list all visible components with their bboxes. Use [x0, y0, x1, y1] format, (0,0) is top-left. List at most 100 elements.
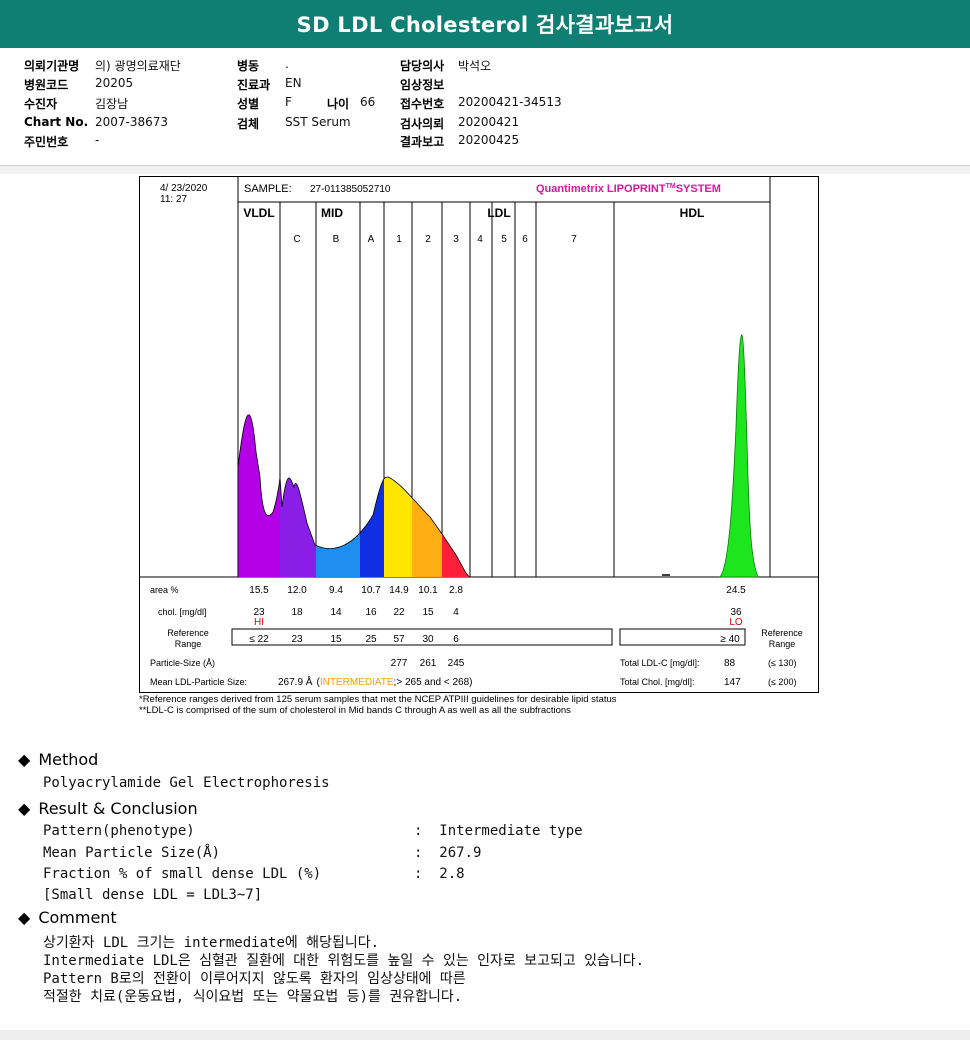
age-value: 66	[360, 95, 376, 109]
area-cell: 10.7	[361, 585, 381, 596]
clinical-info-label: 임상정보	[400, 78, 445, 92]
ref-cell: 57	[393, 634, 405, 645]
patient-info-panel: 의뢰기관명 의) 광명의료재단 병원코드 20205 수진자 김장남 Chart…	[0, 48, 970, 166]
institution-label: 의뢰기관명	[24, 59, 80, 73]
footnotes: *Reference ranges derived from 125 serum…	[139, 694, 617, 716]
comment-line: 적절한 치료(운동요법, 식이요법 또는 약물요법 등)를 권유합니다.	[43, 989, 463, 1005]
report-date: 4/ 23/2020	[160, 183, 208, 194]
mean-label: Mean LDL-Particle Size:	[150, 677, 247, 687]
hospital-code-value: 20205	[95, 76, 134, 90]
comment-line: Intermediate LDL은 심혈관 질환에 대한 위험도를 높일 수 있…	[43, 953, 645, 969]
result-line-key: Mean Particle Size(Å)	[43, 845, 221, 861]
patient-value: 김장남	[95, 97, 129, 111]
total-chol-ref: (≤ 200)	[768, 677, 796, 687]
report-title-bar: SD LDL Cholesterol 검사결과보고서	[0, 0, 970, 49]
ref-cell: 6	[453, 634, 459, 645]
area-cell: 14.9	[389, 585, 409, 596]
page-title: SD LDL Cholesterol 검사결과보고서	[296, 13, 674, 37]
ref-cell: ≥ 40	[720, 634, 740, 645]
result-title: Result & Conclusion	[38, 799, 198, 818]
sample-label: SAMPLE:	[244, 183, 292, 195]
ward-value: .	[285, 57, 289, 71]
doctor-label: 담당의사	[400, 59, 445, 73]
ref-cell: 30	[422, 634, 434, 645]
particle-cell: 245	[448, 658, 465, 669]
footnote-1: *Reference ranges derived from 125 serum…	[139, 694, 617, 705]
profile-fills	[238, 414, 470, 577]
department-label: 진료과	[237, 78, 271, 92]
resident-no-label: 주민번호	[24, 135, 69, 149]
hdl-peak	[719, 334, 759, 578]
comment-line: Pattern B로의 전환이 이루어지지 않도록 환자의 임상상태에 따른	[43, 971, 466, 987]
diamond-icon: ◆	[18, 908, 31, 927]
chol-cell: 4	[453, 607, 459, 618]
comment-title: Comment	[38, 908, 117, 927]
fill-vldl	[238, 414, 280, 577]
total-chol-label: Total Chol. [mg/dl]:	[620, 677, 695, 687]
report-date-label: 결과보고	[400, 135, 445, 149]
ref-cell: 25	[365, 634, 377, 645]
particle-cell: 277	[391, 658, 408, 669]
age-label: 나이	[327, 97, 350, 111]
ref-row: ≤ 22 23 15 25 57 30 6 ≥ 40	[249, 634, 740, 645]
chol-cell: 18	[291, 607, 303, 618]
report-date-value: 20200425	[458, 133, 520, 147]
chol-label: chol. [mg/dl]	[158, 607, 207, 617]
area-cell: 9.4	[329, 585, 343, 596]
total-chol-value: 147	[724, 677, 741, 688]
area-cell: 2.8	[449, 585, 463, 596]
bottom-bar	[0, 1030, 970, 1040]
report-time: 11: 27	[160, 194, 187, 205]
comment-heading: ◆ Comment	[18, 908, 117, 927]
institution-value: 의) 광명의료재단	[95, 59, 181, 73]
result-line-key: Fraction % of small dense LDL (%)	[43, 866, 322, 882]
doctor-value: 박석오	[458, 59, 492, 73]
ref-right-line1: Reference	[761, 628, 803, 638]
footnote-2: **LDL-C is comprised of the sum of chole…	[139, 705, 571, 716]
result-line-value: : 267.9	[414, 845, 482, 861]
band-label-a: A	[368, 234, 375, 245]
result-line-value: : 2.8	[414, 866, 465, 882]
accession-value: 20200421-34513	[458, 95, 562, 109]
total-ldl-label: Total LDL-C [mg/dl]:	[620, 658, 700, 668]
ward-label: 병동	[237, 59, 260, 73]
group-mid: MID	[321, 206, 343, 220]
total-ldl-value: 88	[724, 658, 736, 669]
lipoprint-report: 4/ 23/2020 11: 27 SAMPLE: 27-01138505271…	[139, 176, 819, 693]
particle-label: Particle-Size (Å)	[150, 658, 215, 668]
method-heading: ◆ Method	[18, 750, 98, 769]
band-label-c: C	[293, 234, 300, 245]
group-hdl: HDL	[680, 206, 705, 220]
group-vldl: VLDL	[243, 206, 274, 220]
band-label-7: 7	[571, 234, 577, 245]
band-label-1: 1	[396, 234, 402, 245]
diamond-icon: ◆	[18, 750, 31, 769]
brand-name: Quantimetrix LIPOPRINTTMSYSTEM	[536, 183, 721, 195]
sex-label: 성별	[237, 97, 260, 111]
band-label-2: 2	[425, 234, 431, 245]
patient-label: 수진자	[24, 97, 58, 111]
chart-no-value: 2007-38673	[95, 115, 169, 129]
area-cell: 15.5	[249, 585, 269, 596]
sample-id: 27-011385052710	[310, 184, 391, 195]
particle-row: 277 261 245	[391, 658, 465, 669]
area-cell: 24.5	[726, 585, 746, 596]
band-label-b: B	[333, 234, 340, 245]
department-value: EN	[285, 76, 302, 90]
specimen-value: SST Serum	[285, 115, 351, 129]
vldl-hi-flag: HI	[254, 617, 264, 628]
chol-cell: 15	[422, 607, 434, 618]
group-ldl: LDL	[487, 206, 510, 220]
chart-no-label: Chart No.	[24, 115, 89, 129]
ref-label-line2: Range	[175, 639, 202, 649]
total-ldl-ref: (≤ 130)	[768, 658, 796, 668]
band-label-6: 6	[522, 234, 528, 245]
separator	[0, 166, 970, 174]
mean-particle-size: 267.9 Å (INTERMEDIATE;> 265 and < 268)	[278, 675, 473, 688]
sex-value: F	[285, 95, 292, 109]
chol-cell: 14	[330, 607, 342, 618]
ref-label-line1: Reference	[167, 628, 209, 638]
hdl-lo-flag: LO	[729, 617, 743, 628]
result-heading: ◆ Result & Conclusion	[18, 799, 198, 818]
specimen-label: 검체	[237, 117, 260, 131]
